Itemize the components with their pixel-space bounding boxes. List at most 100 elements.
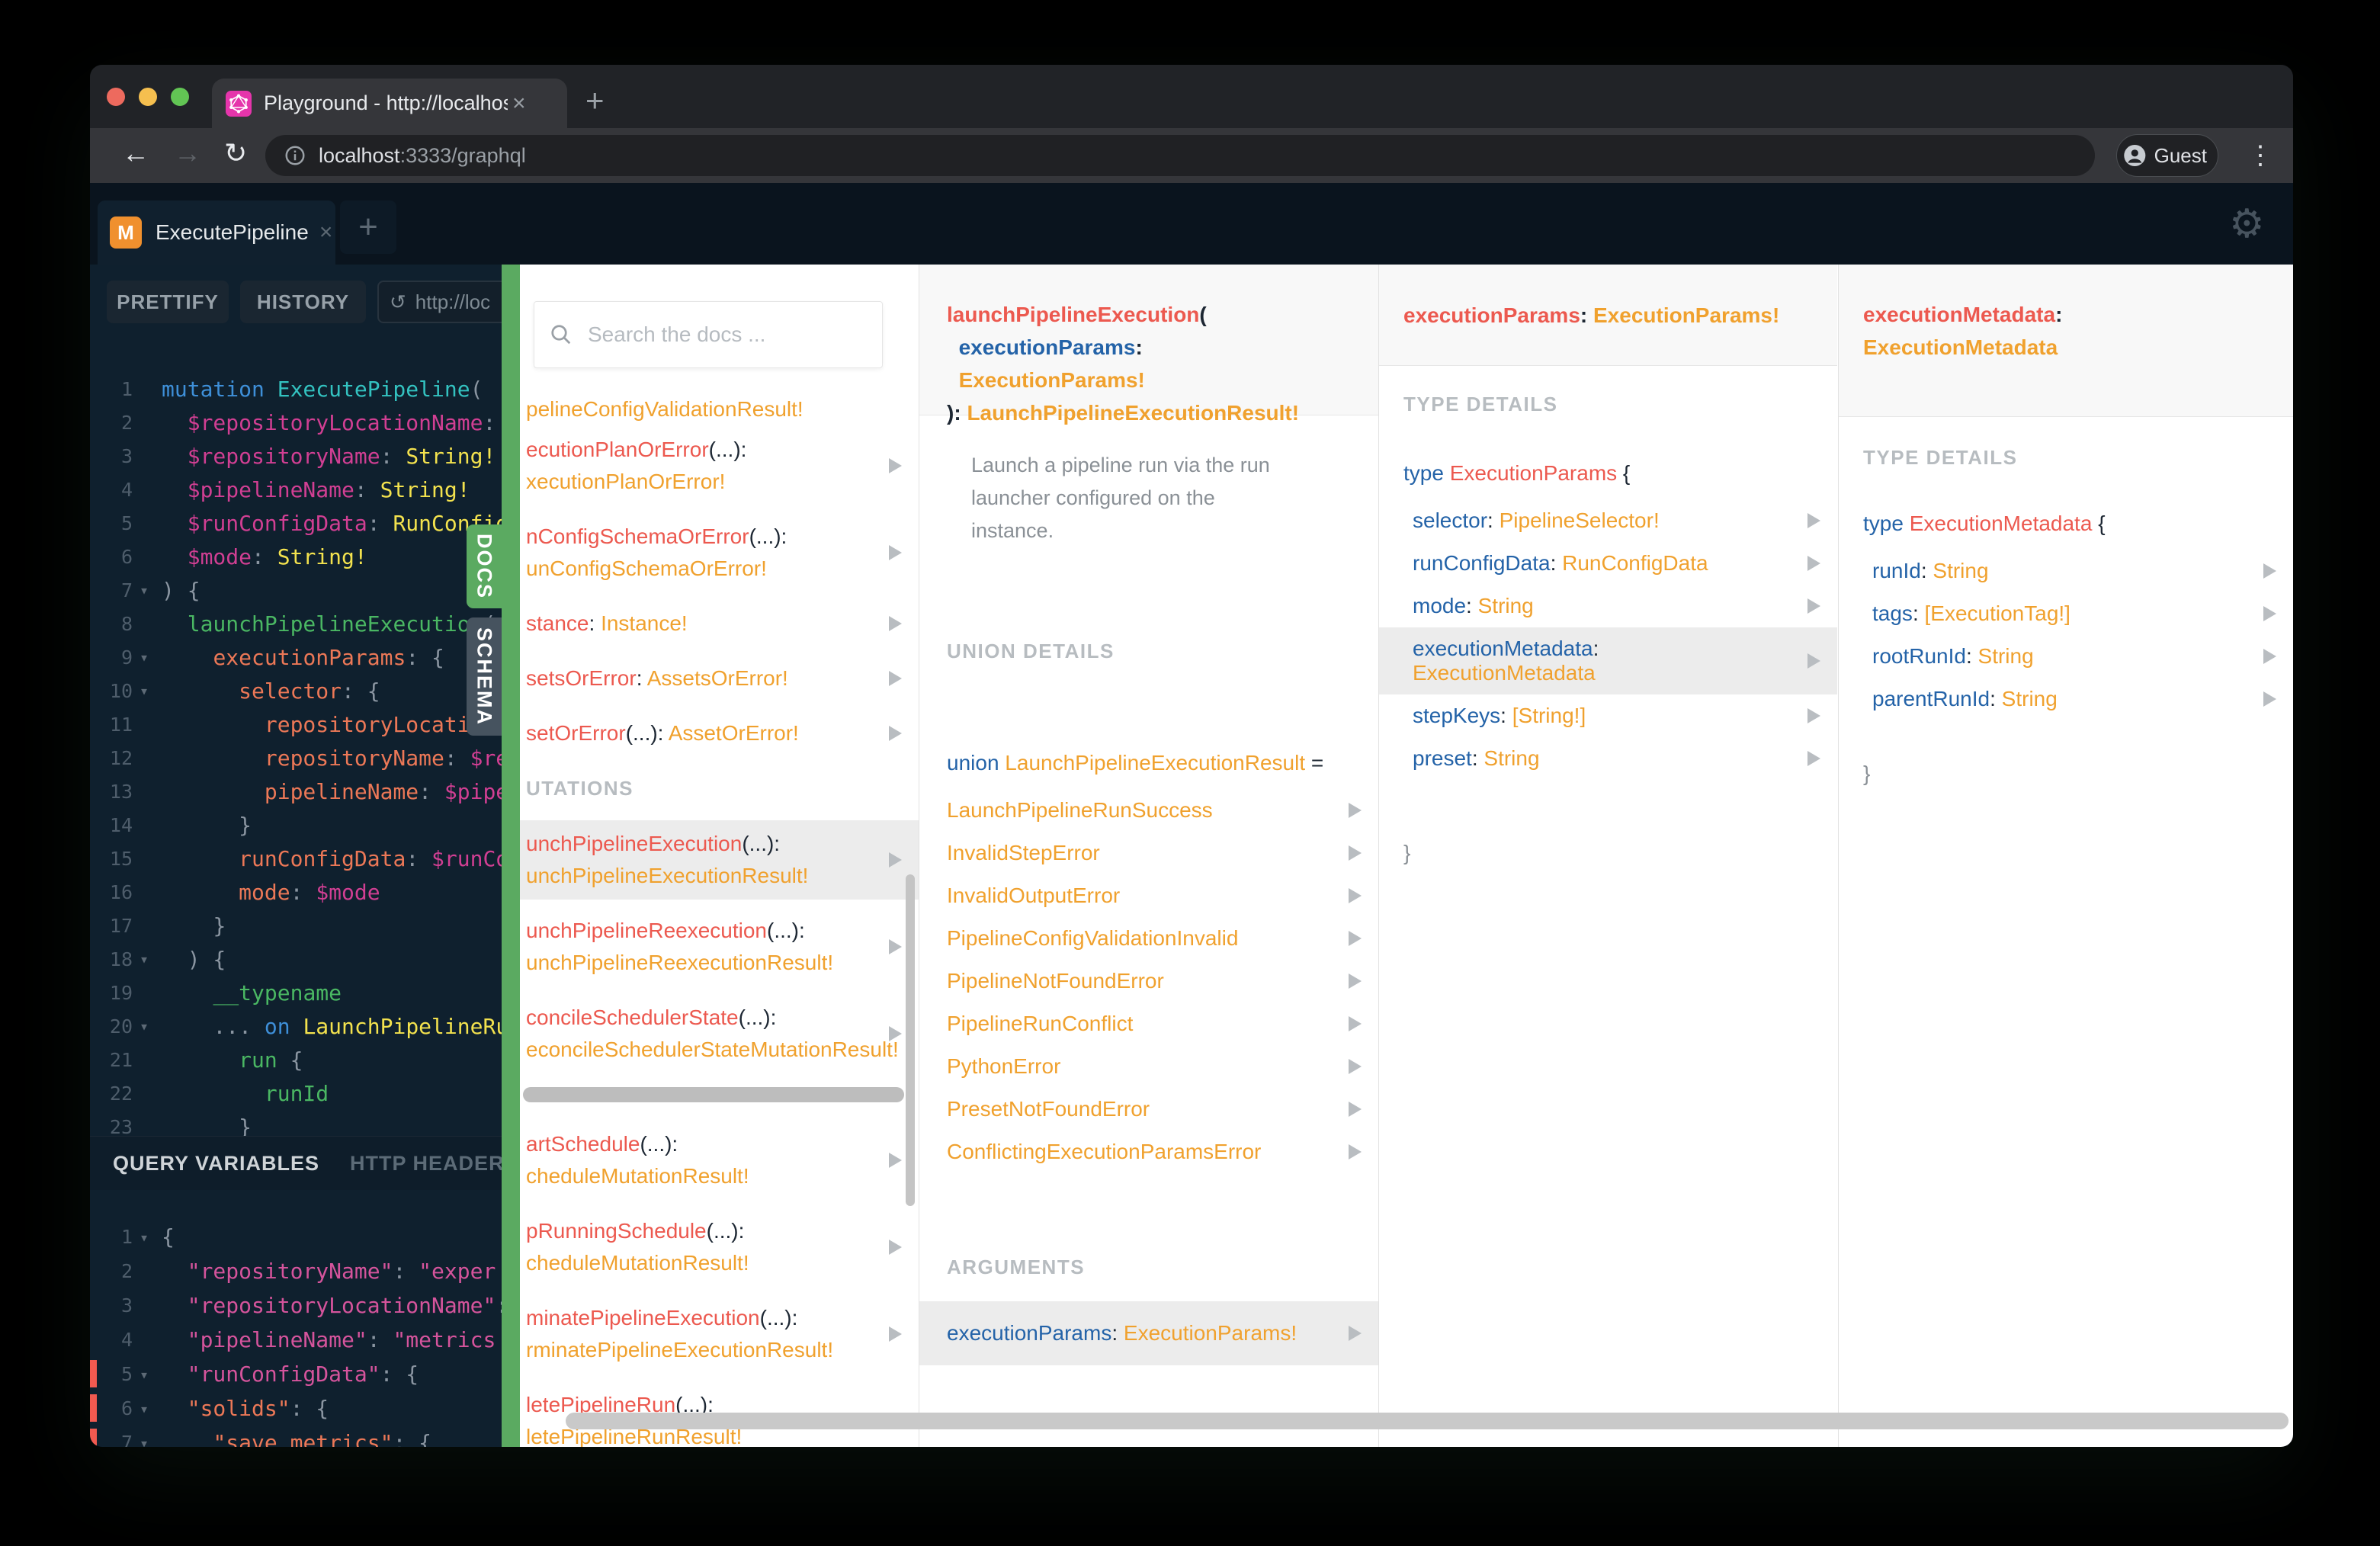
token: runConfigData — [239, 845, 406, 871]
line-number: 10 — [109, 679, 133, 702]
code-line: 5 ▾ "runConfigData": { — [90, 1357, 520, 1391]
close-window-button[interactable] — [107, 88, 125, 106]
token: (...): — [706, 1219, 745, 1243]
fold-arrow-icon[interactable]: ▾ — [133, 1400, 156, 1418]
fold-arrow-icon[interactable]: ▾ — [133, 581, 156, 599]
tab-query-variables[interactable]: QUERY VARIABLES — [113, 1152, 319, 1176]
line-number: 16 — [109, 880, 133, 903]
union-member[interactable]: InvalidStepError — [919, 832, 1378, 874]
line-number: 3 — [120, 444, 133, 467]
chevron-right-icon — [889, 1240, 902, 1255]
type-field[interactable]: parentRunId: String — [1839, 678, 2293, 720]
settings-gear-icon[interactable]: ⚙ — [2229, 201, 2265, 247]
type-field[interactable]: stepKeys: [String!] — [1379, 694, 1837, 737]
docs-item[interactable]: pRunningSchedule(...): cheduleMutationRes… — [520, 1208, 919, 1287]
back-icon[interactable]: ← — [122, 137, 149, 169]
browser-tab[interactable]: Playground - http://localhost:3 × — [212, 79, 567, 128]
docs-item[interactable]: stance: Instance! — [520, 600, 919, 647]
history-reload-icon: ↺ — [390, 290, 406, 313]
token: ExecutionParams! — [1123, 1321, 1297, 1345]
line-number: 7 — [120, 579, 133, 601]
browser-menu-icon[interactable]: ⋮ — [2247, 140, 2273, 171]
docs-item-line: xecutionPlanOrError! — [526, 466, 884, 498]
docs-item[interactable]: unchPipelineReexecution(...): unchPipelin… — [520, 907, 919, 986]
chevron-right-icon — [889, 726, 902, 741]
docs-item[interactable]: minatePipelineExecution(...): rminatePipe… — [520, 1294, 919, 1374]
docs-list-horizontal-scrollbar[interactable] — [523, 1087, 904, 1102]
new-tab-button[interactable]: + — [585, 85, 605, 117]
union-member[interactable]: ConflictingExecutionParamsError — [919, 1131, 1378, 1173]
type-field[interactable]: runId: String — [1839, 550, 2293, 592]
code-text: } — [162, 813, 252, 838]
type-field[interactable]: mode: String — [1379, 585, 1837, 627]
docs-horizontal-scrollbar[interactable] — [566, 1413, 2289, 1429]
playground-tab-close-icon[interactable]: × — [319, 220, 333, 245]
docs-item[interactable]: setsOrError: AssetsOrError! — [520, 655, 919, 702]
playground-new-tab-button[interactable]: + — [340, 200, 396, 254]
docs-item[interactable]: unchPipelineExecution(...): unchPipelineE… — [520, 820, 919, 900]
union-member[interactable]: PythonError — [919, 1045, 1378, 1088]
line-number: 2 — [120, 1260, 133, 1282]
tab-http-headers[interactable]: HTTP HEADERS — [350, 1152, 519, 1176]
code-line: 1 ▾ { — [90, 1220, 520, 1254]
history-button[interactable]: HISTORY — [240, 281, 366, 323]
tab-schema[interactable]: SCHEMA — [467, 617, 502, 736]
fold-arrow-icon[interactable]: ▾ — [133, 950, 156, 968]
docs-item[interactable]: concileSchedulerState(...): econcileSched… — [520, 994, 919, 1073]
type-field[interactable]: tags: [ExecutionTag!] — [1839, 592, 2293, 635]
union-member[interactable]: PresetNotFoundError — [919, 1088, 1378, 1131]
fold-arrow-icon[interactable]: ▾ — [133, 682, 156, 700]
tab-close-icon[interactable]: × — [512, 91, 526, 117]
query-editor[interactable]: 1 mutation ExecutePipeline(2 $repositoryL… — [90, 351, 520, 1137]
line-number: 21 — [109, 1048, 133, 1071]
docs-item-line: nConfigSchemaOrError(...): — [526, 521, 884, 553]
fold-arrow-icon[interactable]: ▾ — [133, 1228, 156, 1246]
profile-button[interactable]: Guest — [2116, 134, 2218, 177]
docs-column-scrollbar[interactable] — [906, 874, 915, 1206]
search-input[interactable] — [586, 322, 848, 348]
address-bar[interactable]: localhost:3333/graphql — [265, 135, 2095, 176]
endpoint-input[interactable]: ↺ http://loc — [377, 281, 520, 323]
token: : — [1593, 637, 1599, 660]
docs-search[interactable] — [534, 301, 883, 368]
type-field[interactable]: runConfigData: RunConfigData — [1379, 542, 1837, 585]
token: [ExecutionTag!] — [1924, 601, 2070, 625]
type-field[interactable]: preset: String — [1379, 737, 1837, 780]
union-member[interactable]: PipelineNotFoundError — [919, 960, 1378, 1002]
code-line: 4 $pipelineName: String! — [90, 473, 520, 506]
mutation-badge: M — [110, 217, 142, 249]
union-member[interactable]: LaunchPipelineRunSuccess — [919, 789, 1378, 832]
fold-arrow-icon[interactable]: ▾ — [133, 1365, 156, 1384]
union-member[interactable]: PipelineRunConflict — [919, 1002, 1378, 1045]
token: unchPipelineReexecutionResult! — [526, 951, 834, 974]
type-field[interactable]: rootRunId: String — [1839, 635, 2293, 678]
docs-item-line: cheduleMutationResult! — [526, 1247, 884, 1279]
docs-item[interactable]: ecutionPlanOrError(...): xecutionPlanOrEr… — [520, 426, 919, 505]
union-member[interactable]: PipelineConfigValidationInvalid — [919, 917, 1378, 960]
variables-editor[interactable]: 1 ▾{2 "repositoryName": "exper 3 "reposito… — [90, 1189, 520, 1447]
type-field[interactable]: executionMetadata: ExecutionMetadata — [1379, 627, 1837, 694]
argument-row[interactable]: executionParams: ExecutionParams! — [919, 1301, 1378, 1365]
fold-arrow-icon[interactable]: ▾ — [133, 1017, 156, 1035]
fold-arrow-icon[interactable]: ▾ — [133, 1434, 156, 1448]
prettify-button[interactable]: PRETTIFY — [107, 281, 229, 323]
minimize-window-button[interactable] — [139, 88, 157, 106]
token: (...): — [742, 832, 781, 855]
union-member[interactable]: InvalidOutputError — [919, 874, 1378, 917]
maximize-window-button[interactable] — [171, 88, 189, 106]
reload-icon[interactable]: ↻ — [224, 137, 247, 169]
fold-arrow-icon[interactable]: ▾ — [133, 648, 156, 666]
forward-icon[interactable]: → — [174, 137, 201, 169]
docs-item[interactable]: artSchedule(...): cheduleMutationResult! — [520, 1121, 919, 1200]
docs-item[interactable]: setOrError(...): AssetOrError! — [520, 710, 919, 757]
token: rootRunId — [1872, 644, 1966, 668]
playground-tab[interactable]: M ExecutePipeline × — [98, 200, 335, 265]
type-field[interactable]: selector: PipelineSelector! — [1379, 499, 1837, 542]
tab-docs[interactable]: DOCS — [467, 524, 502, 608]
signature-line: launchPipelineExecution( — [947, 298, 1378, 331]
docs-item[interactable]: nConfigSchemaOrError(...): unConfigSchema… — [520, 513, 919, 592]
playground-topbar: M ExecutePipeline × + ⚙ — [90, 183, 2293, 265]
chevron-right-icon — [1349, 888, 1362, 903]
docs-item-partial[interactable]: pelineConfigValidationResult! — [520, 391, 919, 426]
description-line: instance. — [971, 519, 1054, 542]
